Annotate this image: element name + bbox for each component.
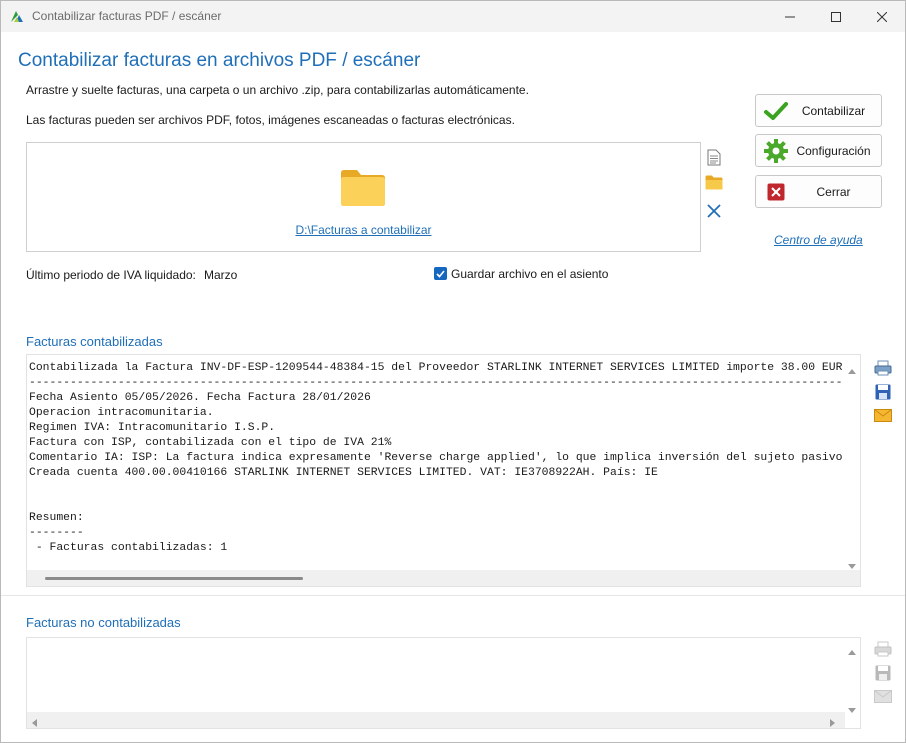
folder-icon — [340, 169, 386, 210]
folder-path-link[interactable]: D:\Facturas a contabilizar — [27, 223, 700, 237]
save-file-checkbox[interactable] — [434, 267, 447, 280]
scroll-up-icon[interactable] — [848, 644, 856, 658]
scrollbar-corner — [843, 570, 860, 586]
configuracion-label: Configuración — [796, 144, 871, 158]
log-line: -------- — [29, 527, 84, 539]
log-line: Factura con ISP, contabilizada con el ti… — [29, 437, 392, 449]
email-icon[interactable] — [873, 687, 893, 705]
page-title: Contabilizar facturas en archivos PDF / … — [18, 50, 421, 71]
contabilizar-button[interactable]: Contabilizar — [755, 94, 882, 127]
not-posted-invoices-title: Facturas no contabilizadas — [26, 615, 181, 630]
scroll-up-icon[interactable] — [848, 363, 856, 377]
scrollbar-thumb[interactable] — [45, 577, 303, 580]
print-icon[interactable] — [873, 359, 893, 377]
minimize-button[interactable] — [767, 1, 813, 32]
iva-period-value: Marzo — [204, 268, 238, 282]
close-window-button[interactable] — [859, 1, 905, 32]
scroll-down-icon[interactable] — [848, 702, 856, 716]
log-line: Contabilizada la Factura INV-DF-ESP-1209… — [29, 362, 843, 374]
configuracion-button[interactable]: Configuración — [755, 134, 882, 167]
not-posted-invoices-log[interactable] — [26, 637, 861, 729]
document-icon[interactable] — [705, 148, 723, 166]
save-icon[interactable] — [873, 383, 893, 401]
log-line: Operacion intracomunitaria. — [29, 407, 214, 419]
cerrar-button[interactable]: Cerrar — [755, 175, 882, 208]
log-text: Contabilizada la Factura INV-DF-ESP-1209… — [29, 361, 844, 556]
title-bar: Contabilizar facturas PDF / escáner — [1, 1, 905, 32]
log-line: Creada cuenta 400.00.00410166 STARLINK I… — [29, 467, 658, 479]
iva-period-label: Último periodo de IVA liquidado: — [26, 268, 196, 282]
section-divider — [1, 595, 905, 596]
save-icon[interactable] — [873, 664, 893, 682]
app-logo-icon — [10, 9, 24, 23]
dialog-window: Contabilizar facturas PDF / escáner Cont… — [0, 0, 906, 743]
log-line: Comentario IA: ISP: La factura indica ex… — [29, 452, 844, 464]
maximize-button[interactable] — [813, 1, 859, 32]
posted-invoices-title: Facturas contabilizadas — [26, 334, 163, 349]
scroll-left-icon[interactable] — [32, 716, 37, 728]
email-icon[interactable] — [873, 406, 893, 424]
log-line: Regimen IVA: Intracomunitario I.S.P. — [29, 422, 276, 434]
window-title: Contabilizar facturas PDF / escáner — [32, 9, 222, 23]
cerrar-label: Cerrar — [816, 185, 851, 199]
posted-invoices-log[interactable]: Contabilizada la Factura INV-DF-ESP-1209… — [26, 354, 861, 587]
horizontal-scrollbar[interactable] — [27, 712, 845, 728]
log-line: - Facturas contabilizadas: 1 — [29, 542, 228, 554]
instruction-text-1: Arrastre y suelte facturas, una carpeta … — [26, 83, 529, 97]
scroll-right-icon[interactable] — [830, 716, 835, 728]
vertical-scrollbar[interactable] — [844, 638, 860, 714]
log-line: Fecha Asiento 05/05/2026. Fecha Factura … — [29, 392, 371, 404]
vertical-scrollbar[interactable] — [844, 355, 860, 571]
log-line: Resumen: — [29, 512, 84, 524]
instruction-text-2: Las facturas pueden ser archivos PDF, fo… — [26, 113, 515, 127]
drop-zone[interactable]: D:\Facturas a contabilizar — [26, 142, 701, 252]
print-icon[interactable] — [873, 640, 893, 658]
contabilizar-label: Contabilizar — [801, 104, 866, 118]
horizontal-scrollbar[interactable] — [27, 570, 845, 586]
help-center-link[interactable]: Centro de ayuda — [774, 233, 863, 247]
folder-icon[interactable] — [705, 173, 723, 191]
log-line: ----------------------------------------… — [29, 377, 844, 389]
clear-icon[interactable] — [705, 202, 723, 220]
save-file-label[interactable]: Guardar archivo en el asiento — [451, 267, 608, 281]
